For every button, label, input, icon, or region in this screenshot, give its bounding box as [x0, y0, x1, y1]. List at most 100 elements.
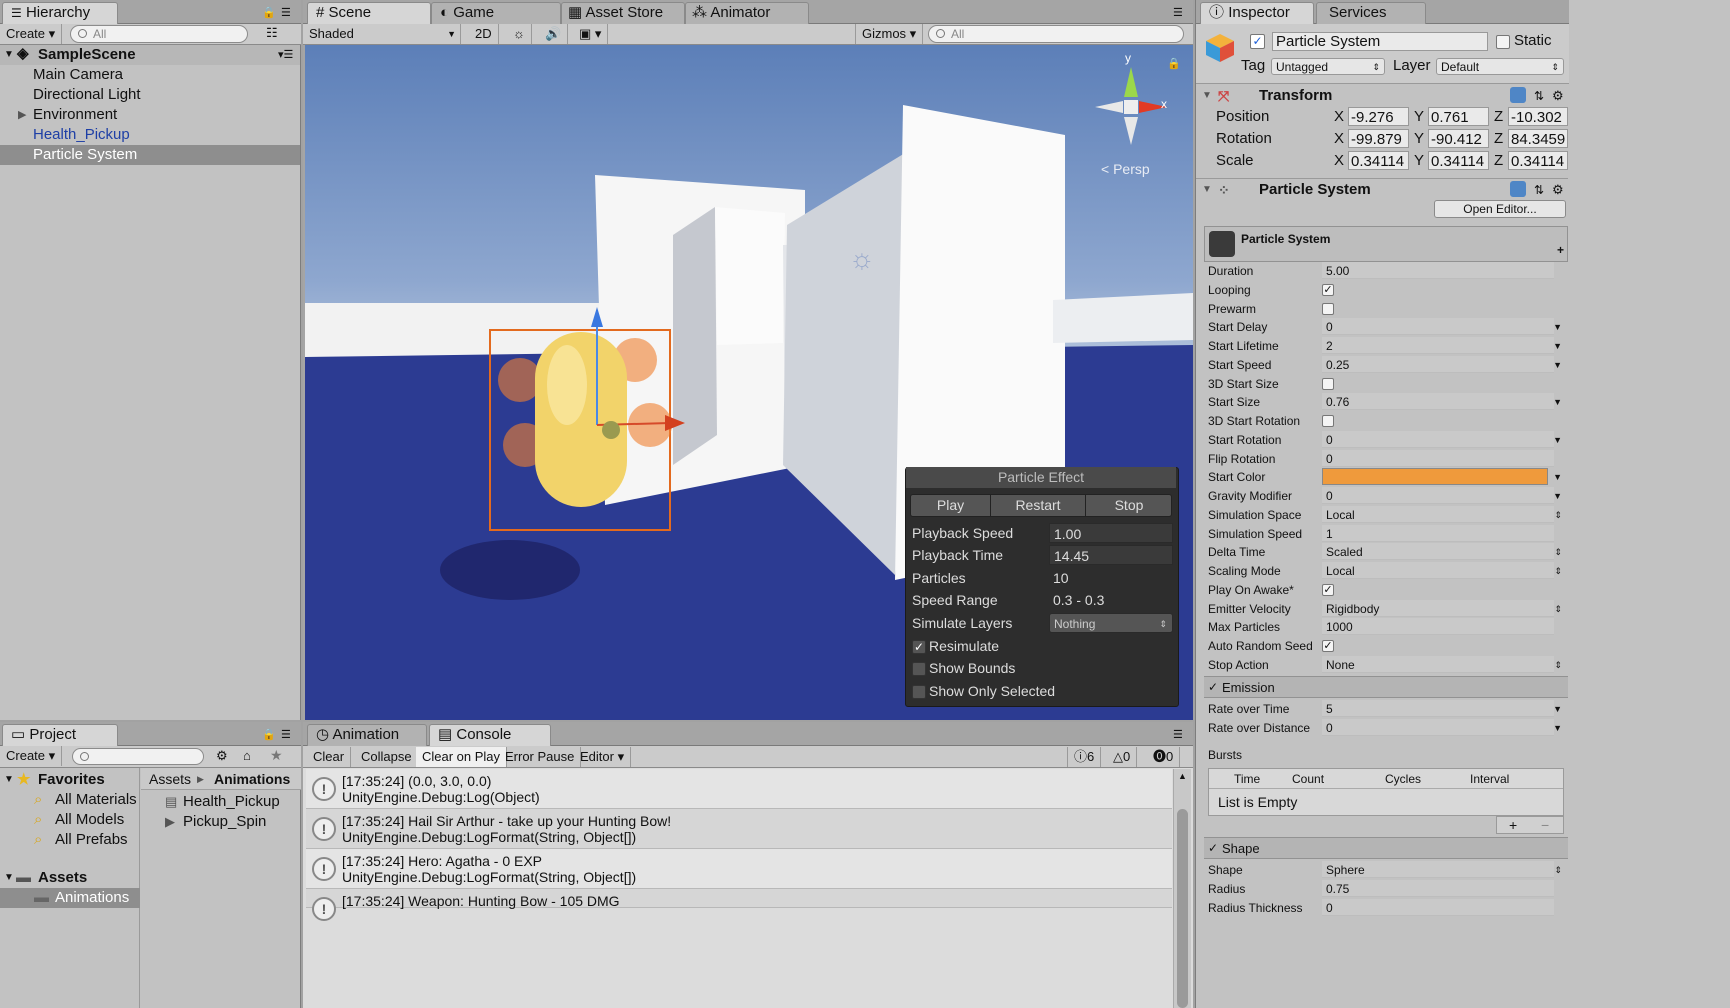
- favorite-all-prefabs[interactable]: ⌕ All Prefabs: [0, 830, 140, 850]
- log-entry[interactable]: ! [17:35:24] Hail Sir Arthur - take up yo…: [306, 809, 1172, 849]
- tab-project[interactable]: ▭ Project: [2, 724, 118, 747]
- position-x-field[interactable]: -9.276: [1348, 107, 1409, 126]
- restart-button[interactable]: Restart: [991, 495, 1086, 516]
- favorite-all-models[interactable]: ⌕ All Models: [0, 810, 140, 830]
- lock-icon[interactable]: 🔒: [262, 6, 276, 19]
- dropdown-arrow-icon[interactable]: ▼: [1553, 719, 1562, 738]
- checkbox-unchecked[interactable]: [1322, 378, 1334, 390]
- checkbox-checked[interactable]: ✓: [912, 640, 926, 654]
- hierarchy-search-input[interactable]: All: [70, 25, 248, 43]
- editor-dropdown[interactable]: Editor ▾: [574, 747, 632, 767]
- audio-toggle[interactable]: 🔊: [539, 24, 569, 44]
- type-filter-icon[interactable]: ⚙: [216, 748, 228, 764]
- add-icon[interactable]: +: [1557, 243, 1564, 257]
- star-icon[interactable]: ★: [270, 747, 283, 764]
- position-z-field[interactable]: -10.302: [1508, 107, 1568, 126]
- tab-services[interactable]: Services: [1316, 2, 1426, 24]
- gear-icon[interactable]: ⚙: [1552, 179, 1564, 201]
- scale-z-field[interactable]: 0.34114: [1508, 151, 1568, 170]
- expand-down-icon[interactable]: ▼: [4, 868, 14, 888]
- tab-asset-store[interactable]: ▦ Asset Store: [561, 2, 685, 24]
- scale-y-field[interactable]: 0.34114: [1428, 151, 1489, 170]
- gear-icon[interactable]: ⚙: [1552, 85, 1564, 107]
- tab-game[interactable]: ◐ Game: [431, 2, 561, 24]
- scaling-mode-field[interactable]: Local: [1322, 562, 1554, 579]
- expand-down-icon[interactable]: ▼: [4, 770, 14, 790]
- scene-search-input[interactable]: All: [928, 25, 1184, 43]
- active-checkbox[interactable]: ✓: [1250, 34, 1265, 49]
- 2d-toggle[interactable]: 2D: [469, 24, 499, 44]
- file-health-pickup[interactable]: ▤ Health_Pickup: [141, 792, 301, 812]
- object-name-field[interactable]: Particle System: [1272, 32, 1488, 51]
- dropdown-arrow-icon[interactable]: ⇕: [1554, 562, 1562, 581]
- info-count-toggle[interactable]: ⓘ6: [1067, 747, 1102, 767]
- checkmark-icon[interactable]: ✓: [1208, 677, 1218, 698]
- hierarchy-item-environment[interactable]: ▶ Environment: [0, 105, 300, 125]
- error-pause-toggle[interactable]: Error Pause: [499, 747, 582, 767]
- simulate-layers-dropdown[interactable]: Nothing ⇕: [1049, 613, 1173, 633]
- file-pickup-spin[interactable]: ▶ Pickup_Spin: [141, 812, 301, 832]
- start-lifetime-field[interactable]: 2: [1322, 337, 1554, 354]
- clear-on-play-toggle[interactable]: Clear on Play: [416, 747, 508, 767]
- remove-icon[interactable]: −: [1541, 817, 1549, 833]
- start-size-field[interactable]: 0.76: [1322, 393, 1554, 410]
- collapse-button[interactable]: Collapse: [355, 747, 419, 767]
- shading-dropdown[interactable]: Shaded ▼: [303, 24, 461, 44]
- checkbox-unchecked[interactable]: [1322, 415, 1334, 427]
- show-bounds-toggle[interactable]: Show Bounds: [912, 658, 1174, 679]
- expand-down-icon[interactable]: ▼: [4, 45, 14, 65]
- tab-scene[interactable]: # Scene: [307, 2, 431, 25]
- stop-action-field[interactable]: None: [1322, 656, 1554, 673]
- assets-row[interactable]: ▼ ▬ Assets: [0, 868, 140, 888]
- panel-menu-icon[interactable]: ☰: [1173, 6, 1183, 19]
- dropdown-arrow-icon[interactable]: ▼: [1553, 356, 1562, 375]
- clear-button[interactable]: Clear: [307, 747, 352, 767]
- start-color-swatch[interactable]: [1322, 468, 1548, 485]
- persp-label[interactable]: < Persp: [1101, 161, 1150, 177]
- panel-menu-icon[interactable]: ☰: [281, 6, 291, 19]
- dropdown-arrow-icon[interactable]: ⇕: [1554, 543, 1562, 562]
- radius-thickness-field[interactable]: 0: [1322, 899, 1554, 916]
- tag-dropdown[interactable]: Untagged ⇕: [1271, 58, 1385, 75]
- log-entry[interactable]: ! [17:35:24] (0.0, 3.0, 0.0) UnityEngine.D…: [306, 769, 1172, 809]
- tab-animator[interactable]: ⁂ Animator: [685, 2, 809, 24]
- expand-down-icon[interactable]: ▼: [1202, 179, 1212, 201]
- simulation-space-field[interactable]: Local: [1322, 506, 1554, 523]
- simulation-speed-field[interactable]: 1: [1322, 525, 1554, 542]
- particle-system-header[interactable]: ▼ ⁘ Particle System ⇅ ⚙: [1196, 178, 1568, 200]
- dropdown-arrow-icon[interactable]: ▼: [1553, 318, 1562, 337]
- checkbox-checked[interactable]: ✓: [1322, 640, 1334, 652]
- tab-hierarchy[interactable]: ☰ Hierarchy: [2, 2, 118, 25]
- static-checkbox[interactable]: [1496, 35, 1510, 49]
- tab-animation[interactable]: ◷ Animation: [307, 724, 427, 746]
- orientation-gizmo[interactable]: y x: [1091, 51, 1171, 147]
- dropdown-arrow-icon[interactable]: ▼: [1553, 700, 1562, 719]
- tab-console[interactable]: ▤ Console: [429, 724, 551, 747]
- shape-module-header[interactable]: ✓ Shape: [1204, 837, 1568, 859]
- expand-down-icon[interactable]: ▼: [1202, 85, 1212, 107]
- error-count-toggle[interactable]: ⓿0: [1147, 747, 1181, 767]
- start-speed-field[interactable]: 0.25: [1322, 356, 1554, 373]
- show-only-selected-toggle[interactable]: Show Only Selected: [912, 681, 1174, 702]
- scene-menu-icon[interactable]: ▾☰: [278, 45, 293, 65]
- max-particles-field[interactable]: 1000: [1322, 618, 1554, 635]
- create-button[interactable]: Create ▾: [0, 24, 63, 44]
- effects-dropdown[interactable]: ▣ ▾: [573, 24, 609, 44]
- flip-rotation-field[interactable]: 0: [1322, 450, 1554, 467]
- start-delay-field[interactable]: 0: [1322, 318, 1554, 335]
- layer-dropdown[interactable]: Default ⇕: [1436, 58, 1564, 75]
- dropdown-arrow-icon[interactable]: ⇕: [1554, 656, 1562, 675]
- open-editor-button[interactable]: Open Editor...: [1434, 200, 1566, 218]
- add-icon[interactable]: +: [1509, 817, 1517, 833]
- log-entry[interactable]: ! [17:35:24] Weapon: Hunting Bow - 105 DM…: [306, 889, 1172, 921]
- position-y-field[interactable]: 0.761: [1428, 107, 1489, 126]
- favorites-row[interactable]: ▼ ★ Favorites: [0, 770, 140, 790]
- dropdown-arrow-icon[interactable]: ⇕: [1554, 861, 1562, 880]
- expand-right-icon[interactable]: ▶: [18, 105, 26, 125]
- transform-header[interactable]: ▼ ⤧ Transform ⇅ ⚙: [1196, 85, 1568, 107]
- emitter-velocity-field[interactable]: Rigidbody: [1322, 600, 1554, 617]
- delta-time-field[interactable]: Scaled: [1322, 543, 1554, 560]
- dropdown-arrow-icon[interactable]: ⇕: [1554, 506, 1562, 525]
- gravity-modifier-field[interactable]: 0: [1322, 487, 1554, 504]
- playback-speed-field[interactable]: 1.00: [1049, 523, 1173, 543]
